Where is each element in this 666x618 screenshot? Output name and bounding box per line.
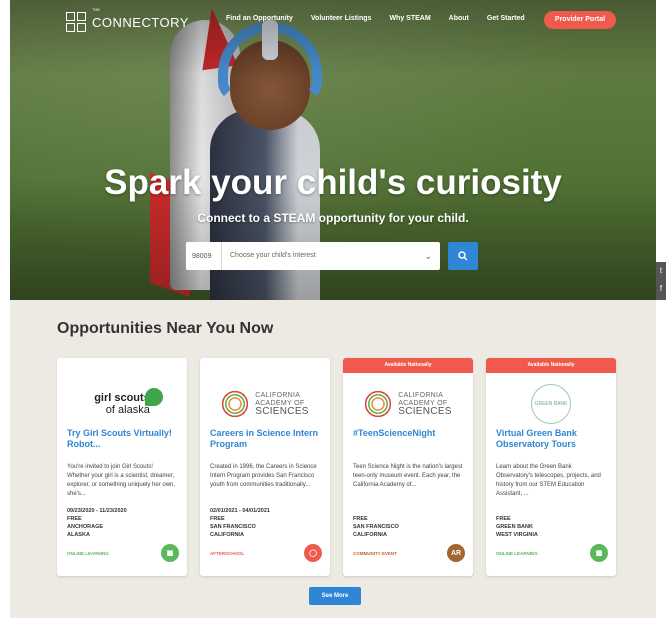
california-academy-logo: CALIFORNIA ACADEMY OF SCIENCES xyxy=(353,380,463,428)
nav-link-about[interactable]: About xyxy=(440,15,478,22)
see-more-button[interactable]: See More xyxy=(309,587,361,605)
logo-icon xyxy=(66,12,86,32)
card-description: Learn about the Green Bank Observatory's… xyxy=(496,464,601,497)
nav-link-why-steam[interactable]: Why STEAM xyxy=(380,15,439,22)
card-price: FREE xyxy=(210,516,225,522)
online-learning-icon: ▩ xyxy=(161,544,179,562)
nav-link-find-opportunity[interactable]: Find an Opportunity xyxy=(217,15,302,22)
search-icon xyxy=(458,251,468,261)
card-description: Teen Science Night is the nation's large… xyxy=(353,464,463,488)
card-state: CALIFORNIA xyxy=(353,532,387,538)
opportunities-section: Opportunities Near You Now girl scouts o… xyxy=(10,300,656,618)
search-bar: Choose your child's interest ⌄ xyxy=(186,242,440,270)
provider-portal-button[interactable]: Provider Portal xyxy=(544,11,616,29)
community-event-icon: AR xyxy=(447,544,465,562)
card-description: Created in 1996, the Careers in Science … xyxy=(210,464,317,488)
nav-links: Find an Opportunity Volunteer Listings W… xyxy=(217,15,534,22)
card-date: 09/23/2020 - 11/23/2020 xyxy=(67,508,127,514)
card-category: COMMUNITY EVENT xyxy=(353,551,397,556)
logo-text: CONNECTORY xyxy=(92,14,189,30)
card-state: CALIFORNIA xyxy=(210,532,244,538)
nav-link-get-started[interactable]: Get Started xyxy=(478,15,534,22)
logo-small-text: THE xyxy=(92,7,100,12)
available-nationally-banner: Available Nationally xyxy=(343,358,473,373)
site-logo[interactable]: THE CONNECTORY xyxy=(66,7,189,32)
opportunity-card-green-bank[interactable]: Available Nationally GREEN BANK Virtual … xyxy=(486,358,616,576)
clock-icon: ◯ xyxy=(304,544,322,562)
top-navigation: THE CONNECTORY Find an Opportunity Volun… xyxy=(10,0,656,44)
search-button[interactable] xyxy=(448,242,478,270)
girl-scouts-logo: girl scouts of alaska xyxy=(67,380,177,428)
opportunity-card-careers-in-science[interactable]: CALIFORNIA ACADEMY OF SCIENCES Careers i… xyxy=(200,358,330,576)
card-title[interactable]: Careers in Science Intern Program xyxy=(210,428,320,450)
card-title[interactable]: Virtual Green Bank Observatory Tours xyxy=(496,428,606,450)
card-title[interactable]: Try Girl Scouts Virtually! Robot... xyxy=(67,428,177,450)
nav-link-volunteer[interactable]: Volunteer Listings xyxy=(302,15,381,22)
card-city: SAN FRANCISCO xyxy=(353,524,399,530)
card-date: 02/01/2021 - 04/01/2021 xyxy=(210,508,270,514)
card-category: AFTERSCHOOL xyxy=(210,551,245,556)
opportunity-card-teen-science-night[interactable]: Available Nationally CALIFORNIA ACADEMY … xyxy=(343,358,473,576)
academy-sun-icon xyxy=(221,390,250,418)
card-city: SAN FRANCISCO xyxy=(210,524,256,530)
chevron-down-icon: ⌄ xyxy=(424,251,432,261)
card-price: FREE xyxy=(496,516,511,522)
card-price: FREE xyxy=(67,516,82,522)
card-title[interactable]: #TeenScienceNight xyxy=(353,428,463,439)
green-bank-logo: GREEN BANK xyxy=(496,380,606,428)
zip-input[interactable] xyxy=(186,242,222,270)
card-city: ANCHORAGE xyxy=(67,524,104,530)
hero-subtitle: Connect to a STEAM opportunity for your … xyxy=(197,211,469,225)
opportunity-card-girl-scouts[interactable]: girl scouts of alaska Try Girl Scouts Vi… xyxy=(57,358,187,576)
academy-sun-icon xyxy=(364,390,393,418)
interest-select[interactable]: Choose your child's interest ⌄ xyxy=(222,242,440,270)
trefoil-icon xyxy=(145,388,163,406)
available-nationally-banner: Available Nationally xyxy=(486,358,616,373)
card-state: ALASKA xyxy=(67,532,90,538)
card-city: GREEN BANK xyxy=(496,524,533,530)
card-price: FREE xyxy=(353,516,368,522)
card-category: ONLINE LEARNING xyxy=(496,551,538,556)
twitter-icon[interactable]: t xyxy=(656,262,666,280)
hero-title: Spark your child's curiosity xyxy=(104,163,562,202)
section-heading: Opportunities Near You Now xyxy=(57,320,274,337)
social-share-bar: t f xyxy=(656,262,666,300)
california-academy-logo: CALIFORNIA ACADEMY OF SCIENCES xyxy=(210,380,320,428)
card-description: You're invited to join Girl Scouts! Whet… xyxy=(67,464,176,497)
interest-placeholder: Choose your child's interest xyxy=(230,252,316,259)
card-state: WEST VIRGINIA xyxy=(496,532,538,538)
card-category: ONLINE LEARNING xyxy=(67,551,109,556)
online-learning-icon: ▩ xyxy=(590,544,608,562)
facebook-icon[interactable]: f xyxy=(656,280,666,298)
